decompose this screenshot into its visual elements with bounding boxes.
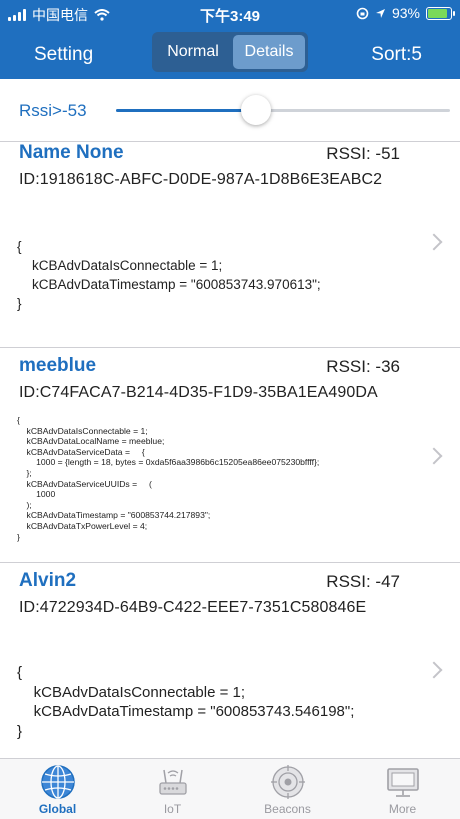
segment-details[interactable]: Details xyxy=(233,35,305,69)
rssi-filter-bar: Rssi>-53 xyxy=(0,79,460,141)
battery-icon xyxy=(426,6,455,20)
tab-label: IoT xyxy=(163,802,182,816)
advertisement-data: { kCBAdvDataIsConnectable = 1; kCBAdvDat… xyxy=(17,415,320,542)
battery-fill xyxy=(428,8,447,18)
tab-more[interactable]: More xyxy=(345,759,460,819)
tab-bar: Global IoT Beacons More xyxy=(0,758,460,819)
rssi-filter-label: Rssi>-53 xyxy=(19,101,87,120)
tab-iot[interactable]: IoT xyxy=(115,759,230,819)
router-icon xyxy=(159,769,187,795)
tab-label: More xyxy=(388,802,417,816)
device-name: Alvin2 xyxy=(19,570,77,591)
device-card[interactable]: Name None RSSI: -51 ID:1918618C-ABFC-D0D… xyxy=(0,141,460,348)
status-bar: 中国电信 下午3:49 93% xyxy=(0,0,460,26)
device-id: ID:1918618C-ABFC-D0DE-987A-1D8B6E3EABC2 xyxy=(19,171,383,188)
globe-icon xyxy=(41,765,75,799)
location-icon xyxy=(375,8,385,18)
top-bar: 中国电信 下午3:49 93% Setting Normal Details S… xyxy=(0,0,460,79)
setting-button[interactable]: Setting xyxy=(34,44,93,66)
rssi-slider[interactable] xyxy=(116,95,450,125)
device-rssi: RSSI: -47 xyxy=(326,572,400,591)
tab-beacons[interactable]: Beacons xyxy=(230,759,345,819)
beacon-icon xyxy=(271,765,305,799)
device-card[interactable]: meeblue RSSI: -36 ID:C74FACA7-B214-4D35-… xyxy=(0,347,460,563)
device-id: ID:4722934D-64B9-C422-EEE7-7351C580846E xyxy=(19,599,367,616)
tab-label: Global xyxy=(38,802,77,816)
monitor-icon xyxy=(387,768,419,797)
tab-label: Beacons xyxy=(264,802,311,816)
view-mode-segmented-control: Normal Details xyxy=(152,32,308,72)
device-rssi: RSSI: -36 xyxy=(326,357,400,376)
tab-global[interactable]: Global xyxy=(0,759,115,819)
rssi-slider-thumb[interactable] xyxy=(241,95,272,125)
status-right: 93% xyxy=(356,5,455,21)
device-id: ID:C74FACA7-B214-4D35-F1D9-35BA1EA490DA xyxy=(19,384,378,401)
advertisement-data: { kCBAdvDataIsConnectable = 1; kCBAdvDat… xyxy=(17,239,321,311)
device-name: Name None xyxy=(19,142,124,163)
device-card[interactable]: Alvin2 RSSI: -47 ID:4722934D-64B9-C422-E… xyxy=(0,562,460,759)
segment-normal[interactable]: Normal xyxy=(155,35,231,69)
navigation-bar: Setting Normal Details Sort:5 xyxy=(0,30,460,76)
chevron-right-icon xyxy=(425,447,443,465)
device-name: meeblue xyxy=(19,355,97,376)
battery-percent: 93% xyxy=(391,5,420,21)
sort-button[interactable]: Sort:5 xyxy=(371,44,422,66)
device-rssi: RSSI: -51 xyxy=(326,144,400,163)
rotation-lock-icon xyxy=(356,7,369,19)
rssi-slider-fill xyxy=(116,109,257,112)
chevron-right-icon xyxy=(425,233,443,251)
advertisement-data: { kCBAdvDataIsConnectable = 1; kCBAdvDat… xyxy=(17,664,355,740)
chevron-right-icon xyxy=(425,661,443,679)
